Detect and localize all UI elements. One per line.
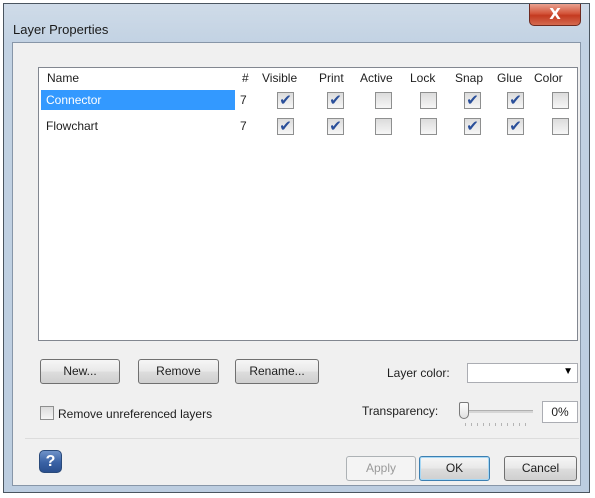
snap-checkbox[interactable]: ✔ [464,118,481,135]
remove-unreferenced-label[interactable]: Remove unreferenced layers [58,407,212,421]
print-checkbox[interactable]: ✔ [327,118,344,135]
column-header-count[interactable]: # [242,71,249,85]
active-checkbox[interactable] [375,118,392,135]
cancel-button[interactable]: Cancel [504,456,577,481]
new-layer-button[interactable]: New... [40,359,120,384]
glue-checkbox[interactable]: ✔ [507,118,524,135]
dropdown-arrow-icon[interactable]: ▼ [563,366,573,377]
column-header-snap[interactable]: Snap [455,71,483,85]
column-header-color[interactable]: Color [534,71,563,85]
active-checkbox[interactable] [375,92,392,109]
layer-count: 7 [240,119,247,133]
ok-button[interactable]: OK [419,456,490,481]
layer-count: 7 [240,93,247,107]
column-header-name[interactable]: Name [47,71,79,85]
close-button[interactable]: X [529,4,581,26]
dialog-client-area: Name # Visible Print Active Lock Snap Gl… [12,42,581,486]
transparency-value-field[interactable]: 0% [542,401,578,423]
separator [25,438,579,439]
lock-checkbox[interactable] [420,118,437,135]
color-checkbox[interactable] [552,92,569,109]
layer-color-dropdown[interactable]: ▼ [467,363,578,383]
layer-color-label: Layer color: [387,366,450,380]
rename-layer-button[interactable]: Rename... [235,359,319,384]
transparency-slider-track[interactable] [461,410,533,413]
layer-list[interactable]: Name # Visible Print Active Lock Snap Gl… [38,67,578,341]
transparency-slider-ticks [465,423,531,426]
column-header-active[interactable]: Active [360,71,393,85]
help-icon[interactable]: ? [39,450,62,473]
transparency-label: Transparency: [362,404,439,418]
layer-name[interactable]: Flowchart [41,116,235,136]
title-bar[interactable]: Layer Properties X [4,4,589,38]
visible-checkbox[interactable]: ✔ [277,92,294,109]
remove-unreferenced-checkbox[interactable] [40,406,54,420]
print-checkbox[interactable]: ✔ [327,92,344,109]
remove-layer-button[interactable]: Remove [138,359,219,384]
layer-name[interactable]: Connector [41,90,235,110]
color-checkbox[interactable] [552,118,569,135]
layer-row[interactable]: Connector 7 ✔ ✔ ✔ ✔ [39,90,577,110]
lock-checkbox[interactable] [420,92,437,109]
column-header-visible[interactable]: Visible [262,71,297,85]
glue-checkbox[interactable]: ✔ [507,92,524,109]
column-header-print[interactable]: Print [319,71,344,85]
layer-properties-dialog: Layer Properties X Name # Visible Print … [3,3,590,493]
layer-row[interactable]: Flowchart 7 ✔ ✔ ✔ ✔ [39,116,577,136]
transparency-slider-thumb[interactable] [459,402,469,419]
apply-button[interactable]: Apply [346,456,416,481]
column-header-glue[interactable]: Glue [497,71,522,85]
snap-checkbox[interactable]: ✔ [464,92,481,109]
visible-checkbox[interactable]: ✔ [277,118,294,135]
column-header-lock[interactable]: Lock [410,71,435,85]
dialog-title: Layer Properties [13,22,109,37]
